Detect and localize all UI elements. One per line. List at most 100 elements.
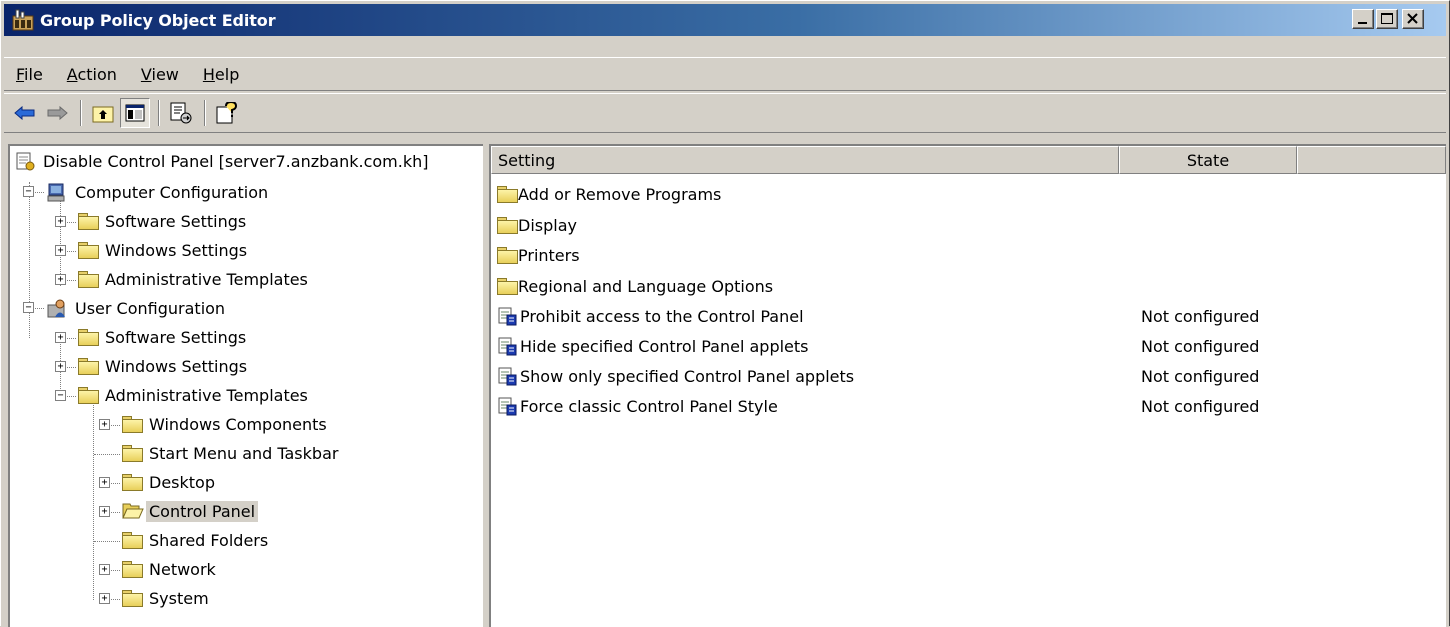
- folder-icon: [122, 445, 143, 462]
- toolbar-separator: [204, 100, 206, 126]
- folder-icon: [497, 278, 518, 295]
- close-icon: [1407, 13, 1418, 24]
- policy-setting-icon: [498, 307, 517, 326]
- policy-row[interactable]: Show only specified Control Panel applet…: [497, 362, 854, 390]
- back-button[interactable]: [10, 98, 40, 128]
- export-list-button[interactable]: [166, 98, 196, 128]
- list-item-folder[interactable]: Add or Remove Programs: [497, 180, 721, 208]
- tree-guide: [67, 396, 76, 397]
- tree-uc-software-settings[interactable]: Software Settings: [78, 324, 249, 350]
- menu-help[interactable]: Help: [191, 65, 251, 84]
- folder-icon: [497, 217, 518, 234]
- menu-file[interactable]: File: [4, 65, 55, 84]
- expand-toggle[interactable]: +: [99, 506, 110, 517]
- expand-toggle[interactable]: +: [99, 419, 110, 430]
- tree-guide: [67, 222, 76, 223]
- menu-bar: File Action View Help: [4, 57, 1446, 91]
- tree-guide: [35, 192, 44, 193]
- toolbar-separator: [158, 100, 160, 126]
- expand-toggle[interactable]: +: [99, 564, 110, 575]
- folder-icon: [122, 532, 143, 549]
- tree-cc-windows-settings[interactable]: Windows Settings: [78, 237, 250, 263]
- expand-toggle[interactable]: +: [99, 593, 110, 604]
- collapse-toggle[interactable]: −: [55, 390, 66, 401]
- console-tree[interactable]: Disable Control Panel [server7.anzbank.c…: [8, 144, 483, 627]
- toolbar: [4, 93, 1446, 133]
- column-header-state[interactable]: State: [1119, 146, 1297, 174]
- tree-cc-software-settings[interactable]: Software Settings: [78, 208, 249, 234]
- tree-shared-folders[interactable]: Shared Folders: [122, 527, 271, 553]
- policy-row[interactable]: Hide specified Control Panel applets: [497, 332, 809, 360]
- title-bar[interactable]: Group Policy Object Editor: [4, 4, 1446, 36]
- tree-desktop[interactable]: Desktop: [122, 469, 218, 495]
- toolbar-separator: [80, 100, 82, 126]
- open-folder-icon: [122, 503, 144, 519]
- user-icon: [47, 299, 65, 318]
- tree-guide: [35, 308, 44, 309]
- policy-row[interactable]: Force classic Control Panel Style: [497, 392, 778, 420]
- policy-setting-icon: [498, 337, 517, 356]
- folder-icon: [122, 416, 143, 433]
- show-hide-tree-button[interactable]: [120, 98, 150, 128]
- folder-icon: [78, 329, 99, 346]
- tree-system[interactable]: System: [122, 585, 212, 611]
- tree-guide: [29, 182, 30, 338]
- close-button[interactable]: [1402, 9, 1424, 29]
- column-header-extra[interactable]: [1297, 146, 1446, 174]
- column-header-setting[interactable]: Setting: [491, 146, 1119, 174]
- tree-control-panel[interactable]: Control Panel: [122, 498, 259, 524]
- minimize-icon: [1358, 22, 1367, 24]
- tree-guide: [111, 425, 120, 426]
- collapse-toggle[interactable]: −: [23, 186, 34, 197]
- folder-icon: [78, 387, 99, 404]
- tree-guide: [67, 280, 76, 281]
- tree-guide: [94, 541, 120, 542]
- computer-icon: [47, 183, 65, 202]
- back-arrow-icon: [14, 106, 35, 120]
- help-button[interactable]: [212, 98, 242, 128]
- folder-icon: [78, 242, 99, 259]
- minimize-button[interactable]: [1352, 9, 1374, 29]
- up-folder-icon: [92, 106, 114, 123]
- tree-windows-components[interactable]: Windows Components: [122, 411, 330, 437]
- menu-action[interactable]: Action: [55, 65, 129, 84]
- folder-icon: [78, 358, 99, 375]
- expand-toggle[interactable]: +: [55, 216, 66, 227]
- policy-setting-icon: [498, 397, 517, 416]
- maximize-button[interactable]: [1376, 9, 1398, 29]
- tree-pane-icon: [125, 104, 145, 122]
- tree-user-configuration[interactable]: User Configuration: [46, 295, 228, 321]
- expand-toggle[interactable]: +: [99, 477, 110, 488]
- expand-toggle[interactable]: +: [55, 245, 66, 256]
- list-item-folder[interactable]: Display: [497, 211, 577, 239]
- up-one-level-button[interactable]: [88, 98, 118, 128]
- tree-uc-administrative-templates[interactable]: Administrative Templates: [78, 382, 311, 408]
- window-title: Group Policy Object Editor: [40, 10, 276, 30]
- folder-icon: [78, 213, 99, 230]
- tree-guide: [67, 367, 76, 368]
- menu-view[interactable]: View: [129, 65, 191, 84]
- folder-icon: [122, 561, 143, 578]
- folder-icon: [497, 186, 518, 203]
- tree-root[interactable]: Disable Control Panel [server7.anzbank.c…: [14, 148, 431, 174]
- collapse-toggle[interactable]: −: [23, 302, 34, 313]
- details-list[interactable]: Setting State Add or Remove Programs Dis…: [489, 144, 1446, 627]
- list-item-folder[interactable]: Printers: [497, 241, 580, 269]
- tree-start-menu-and-taskbar[interactable]: Start Menu and Taskbar: [122, 440, 341, 466]
- expand-toggle[interactable]: +: [55, 332, 66, 343]
- forward-button[interactable]: [42, 98, 72, 128]
- tree-computer-configuration[interactable]: Computer Configuration: [46, 179, 271, 205]
- policy-row[interactable]: Prohibit access to the Control Panel: [497, 302, 804, 330]
- tree-cc-administrative-templates[interactable]: Administrative Templates: [78, 266, 311, 292]
- policy-state: Not configured: [1141, 396, 1260, 416]
- tree-guide: [111, 599, 120, 600]
- tree-network[interactable]: Network: [122, 556, 219, 582]
- tree-uc-windows-settings[interactable]: Windows Settings: [78, 353, 250, 379]
- policy-state: Not configured: [1141, 306, 1260, 326]
- gpo-editor-icon: [11, 8, 35, 32]
- list-item-folder[interactable]: Regional and Language Options: [497, 272, 773, 300]
- tree-guide: [67, 338, 76, 339]
- expand-toggle[interactable]: +: [55, 361, 66, 372]
- expand-toggle[interactable]: +: [55, 274, 66, 285]
- tree-guide: [111, 570, 120, 571]
